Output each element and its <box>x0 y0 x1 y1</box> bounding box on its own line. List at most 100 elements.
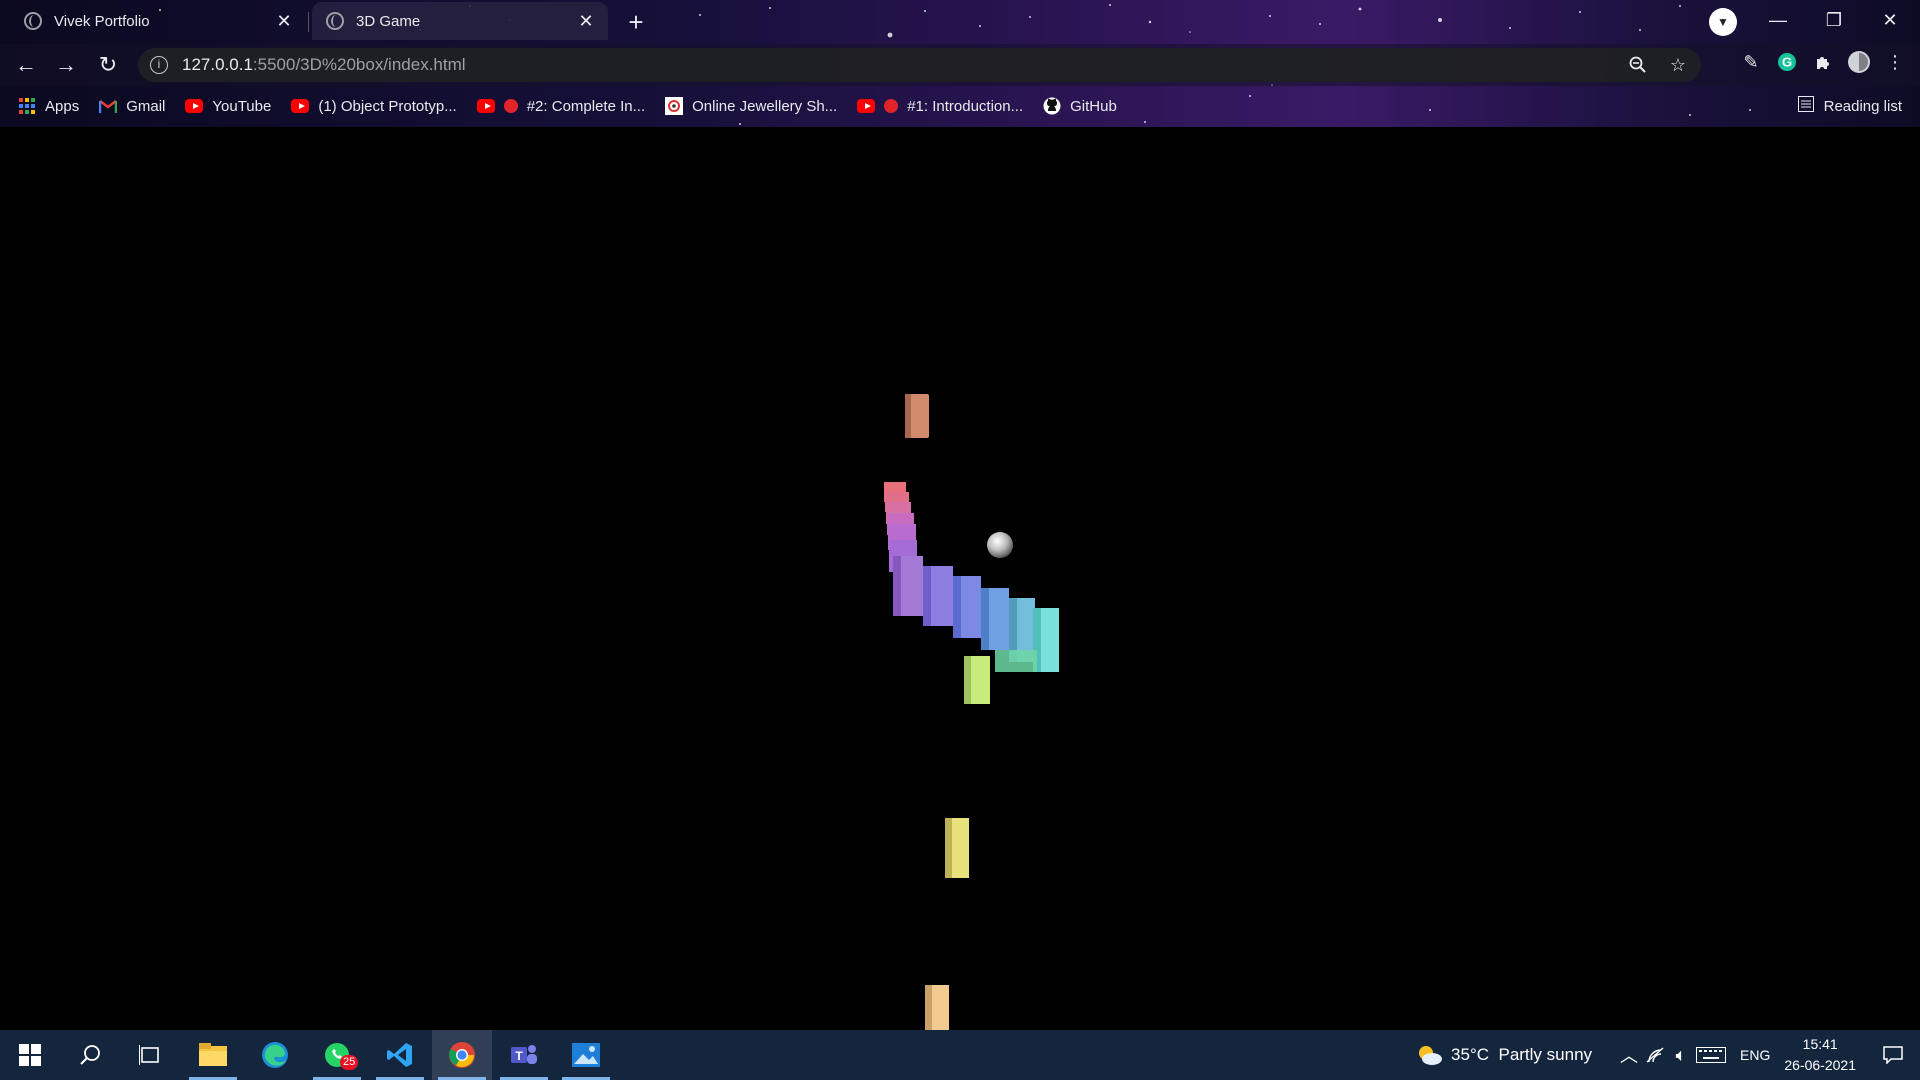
globe-icon <box>326 12 344 30</box>
chrome-icon <box>449 1042 475 1068</box>
game-canvas[interactable] <box>0 127 1920 1030</box>
reading-list-button[interactable]: Reading list <box>1797 86 1902 126</box>
youtube-icon <box>476 98 495 114</box>
system-tray: 35°C Partly sunny ︿ 🔈︎ ENG 15:41 26-06-2… <box>1415 1030 1920 1080</box>
clock[interactable]: 15:41 26-06-2021 <box>1784 1034 1856 1076</box>
bookmark-label: Gmail <box>126 97 166 115</box>
partly-sunny-icon <box>1419 1046 1443 1065</box>
clock-time: 15:41 <box>1802 1036 1838 1052</box>
github-icon <box>1043 97 1061 115</box>
clock-date: 26-06-2021 <box>1784 1057 1856 1073</box>
globe-icon <box>24 12 42 30</box>
bookmark-label: Online Jewellery Sh... <box>692 97 838 115</box>
ball <box>987 532 1013 558</box>
edge-icon <box>262 1042 288 1068</box>
tab-vivek-portfolio[interactable]: Vivek Portfolio ✕ <box>10 2 306 40</box>
url-host: 127.0.0.1 <box>182 55 253 74</box>
close-icon[interactable]: ✕ <box>576 11 596 31</box>
back-button[interactable]: ← <box>10 49 42 81</box>
red-dot-icon <box>503 99 518 113</box>
weather-text: 35°C Partly sunny <box>1451 1045 1593 1064</box>
bookmark-complete-intro[interactable]: #2: Complete In... <box>476 98 645 115</box>
bookmark-label: (1) Object Prototyp... <box>318 97 457 115</box>
language-indicator[interactable]: ENG <box>1740 1047 1770 1063</box>
box-stack-blue <box>893 556 1059 672</box>
taskbar-search-button[interactable] <box>60 1030 120 1080</box>
minimize-button[interactable]: — <box>1750 0 1806 40</box>
taskbar-vscode[interactable] <box>370 1030 430 1080</box>
box-orange-top <box>905 394 929 438</box>
network-icon[interactable] <box>1642 1042 1668 1068</box>
bookmark-star-icon[interactable]: ☆ <box>1665 52 1691 78</box>
reload-button[interactable]: ↻ <box>92 49 124 81</box>
bookmarks-bar: Apps Gmail YouTube (1) Object Prototyp..… <box>0 86 1920 126</box>
bookmark-label: GitHub <box>1070 97 1117 115</box>
site-info-icon[interactable]: i <box>150 56 168 74</box>
url-text[interactable]: 127.0.0.1:5500/3D%20box/index.html <box>182 55 466 75</box>
close-window-button[interactable]: ✕ <box>1862 0 1918 40</box>
taskbar-edge[interactable] <box>245 1030 305 1080</box>
taskbar-chrome[interactable] <box>432 1030 492 1080</box>
tab-divider <box>308 12 309 32</box>
bookmark-apps[interactable]: Apps <box>18 98 79 115</box>
reading-list-label: Reading list <box>1823 97 1902 115</box>
keyboard-icon[interactable] <box>1694 1042 1728 1068</box>
grammarly-icon[interactable]: G <box>1774 49 1800 75</box>
new-tab-button[interactable]: + <box>620 6 652 38</box>
bookmark-online-jewellery[interactable]: Online Jewellery Sh... <box>665 97 838 115</box>
box-peach-bottom <box>925 985 949 1030</box>
start-button[interactable] <box>0 1030 60 1080</box>
tab-title: Vivek Portfolio <box>54 12 150 30</box>
windows-taskbar: 25 T 35°C Partly sunny ︿ 🔈︎ ENG 15:41 26… <box>0 1030 1920 1080</box>
tab-3d-game[interactable]: 3D Game ✕ <box>312 2 608 40</box>
notification-badge: 25 <box>340 1055 359 1070</box>
svg-text:G: G <box>1782 55 1792 70</box>
scene-3d <box>884 394 1059 1030</box>
volume-icon[interactable]: 🔈︎ <box>1668 1042 1694 1068</box>
bookmark-label: Apps <box>45 97 80 115</box>
box-yellow <box>945 818 969 878</box>
task-view-button[interactable] <box>120 1030 180 1080</box>
bookmark-github[interactable]: GitHub <box>1043 97 1117 115</box>
tab-strip: Vivek Portfolio ✕ 3D Game ✕ + ▼ — ❐ ✕ <box>0 0 1920 42</box>
close-icon[interactable]: ✕ <box>274 11 294 31</box>
site-icon <box>665 97 684 115</box>
search-icon <box>80 1045 100 1065</box>
vscode-icon <box>387 1043 412 1067</box>
bookmark-youtube[interactable]: YouTube <box>185 98 271 115</box>
taskbar-whatsapp[interactable]: 25 <box>307 1030 367 1080</box>
chevron-up-icon[interactable]: ︿ <box>1616 1042 1642 1068</box>
taskbar-teams[interactable]: T <box>494 1030 554 1080</box>
task-view-icon <box>139 1045 159 1065</box>
taskbar-photos[interactable] <box>556 1030 616 1080</box>
menu-kebab-icon[interactable]: ⋮ <box>1882 49 1908 75</box>
gmail-icon <box>99 98 118 114</box>
bookmark-object-prototype[interactable]: (1) Object Prototyp... <box>291 97 457 115</box>
profile-avatar[interactable] <box>1846 49 1872 75</box>
bookmark-introduction[interactable]: #1: Introduction... <box>857 98 1023 115</box>
photos-icon <box>572 1043 600 1067</box>
red-dot-icon <box>884 99 899 113</box>
weather-widget[interactable]: 35°C Partly sunny <box>1415 1043 1592 1067</box>
forward-button[interactable]: → <box>50 49 82 81</box>
box-green <box>964 656 990 704</box>
restore-button[interactable]: ❐ <box>1806 0 1862 40</box>
youtube-icon <box>291 98 310 114</box>
tab-title: 3D Game <box>356 12 421 30</box>
apps-grid-icon <box>18 98 36 114</box>
notification-center-icon[interactable] <box>1880 1042 1906 1068</box>
extensions-area: ✎ G ⋮ <box>1738 49 1908 75</box>
extensions-puzzle-icon[interactable] <box>1810 49 1836 75</box>
windows-logo-icon <box>19 1044 41 1066</box>
tab-search-icon[interactable]: ▼ <box>1709 8 1737 36</box>
bookmark-gmail[interactable]: Gmail <box>99 98 165 115</box>
omnibox-actions: ☆ <box>1625 52 1691 78</box>
svg-text:T: T <box>515 1049 523 1063</box>
taskbar-file-explorer[interactable] <box>183 1030 243 1080</box>
teams-icon: T <box>511 1045 537 1064</box>
pen-extension-icon[interactable]: ✎ <box>1738 49 1764 75</box>
reading-list-icon <box>1797 96 1814 116</box>
zoom-icon[interactable] <box>1625 52 1651 78</box>
browser-toolbar: ← → ↻ i 127.0.0.1:5500/3D%20box/index.ht… <box>0 44 1920 86</box>
address-bar[interactable]: i 127.0.0.1:5500/3D%20box/index.html ☆ <box>138 48 1701 82</box>
